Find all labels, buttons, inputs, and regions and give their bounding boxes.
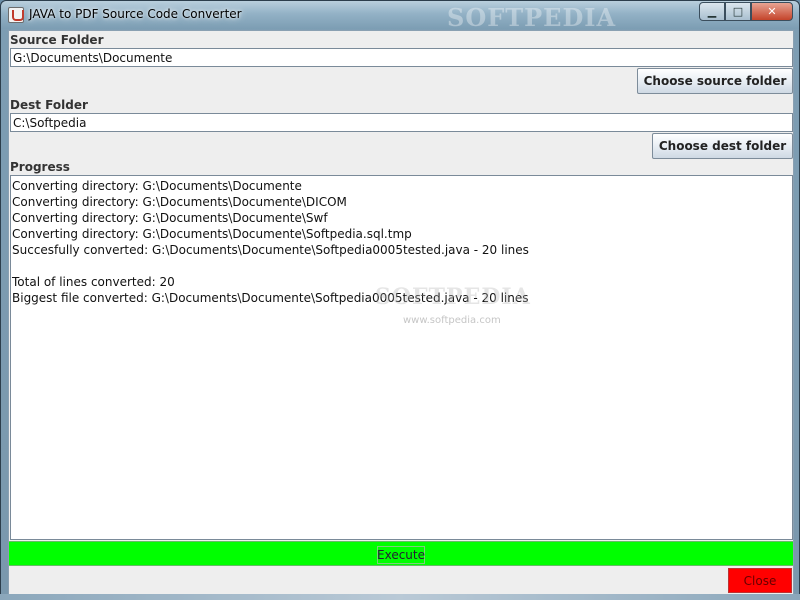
progress-label: Progress xyxy=(10,160,70,174)
app-window: JAVA to PDF Source Code Converter SOFTPE… xyxy=(0,0,800,600)
window-title: JAVA to PDF Source Code Converter xyxy=(29,7,242,21)
maximize-button[interactable]: □ xyxy=(725,2,751,21)
close-button[interactable]: Close xyxy=(728,568,792,593)
minimize-button[interactable]: ▁ xyxy=(699,2,725,21)
execute-bar[interactable]: Execute xyxy=(9,541,793,566)
log-line: Converting directory: G:\Documents\Docum… xyxy=(12,179,302,193)
execute-button[interactable]: Execute xyxy=(377,546,425,564)
title-bar[interactable]: JAVA to PDF Source Code Converter SOFTPE… xyxy=(1,1,799,32)
log-line: Succesfully converted: G:\Documents\Docu… xyxy=(12,243,529,257)
log-line: Converting directory: G:\Documents\Docum… xyxy=(12,211,328,225)
desktop-strip xyxy=(0,594,800,600)
window-controls: ▁ □ ✕ xyxy=(699,2,793,21)
watermark-logo: SOFTPEDIA xyxy=(375,284,531,310)
dest-folder-field[interactable]: C:\Softpedia xyxy=(10,113,793,132)
java-app-icon xyxy=(8,7,24,23)
watermark-url: www.softpedia.com xyxy=(403,315,501,326)
choose-dest-folder-button[interactable]: Choose dest folder xyxy=(652,133,793,159)
choose-source-folder-button[interactable]: Choose source folder xyxy=(637,68,793,94)
client-area: Source Folder G:\Documents\Documente Cho… xyxy=(8,30,794,595)
progress-log[interactable]: Converting directory: G:\Documents\Docum… xyxy=(10,175,793,540)
window-close-button[interactable]: ✕ xyxy=(751,2,793,21)
log-line: Converting directory: G:\Documents\Docum… xyxy=(12,227,412,241)
watermark-logo: SOFTPEDIA xyxy=(447,3,617,32)
log-line: Converting directory: G:\Documents\Docum… xyxy=(12,195,347,209)
source-folder-label: Source Folder xyxy=(10,33,104,47)
source-folder-field[interactable]: G:\Documents\Documente xyxy=(10,48,793,67)
dest-folder-label: Dest Folder xyxy=(10,98,88,112)
